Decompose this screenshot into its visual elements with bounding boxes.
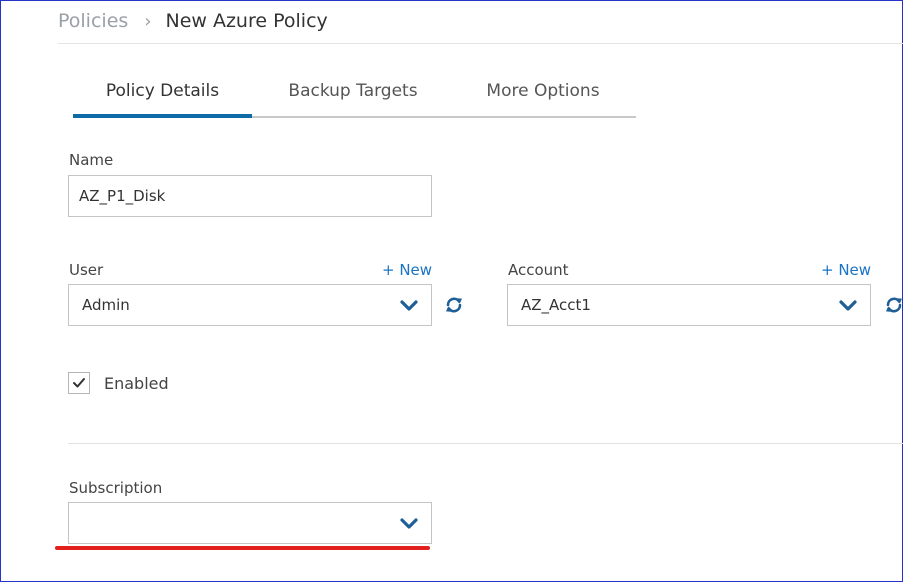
chevron-down-icon <box>400 300 418 311</box>
name-label: Name <box>69 151 114 169</box>
section-divider <box>68 443 903 444</box>
account-select[interactable]: AZ_Acct1 <box>507 284 871 326</box>
name-input[interactable] <box>68 175 432 217</box>
subscription-label: Subscription <box>69 479 163 497</box>
breadcrumb-policies[interactable]: Policies <box>58 10 128 32</box>
chevron-down-icon <box>839 300 857 311</box>
user-new-link[interactable]: + New <box>382 260 432 280</box>
header-divider <box>58 43 903 44</box>
refresh-icon[interactable] <box>444 295 464 315</box>
account-select-value: AZ_Acct1 <box>521 296 591 314</box>
enabled-checkbox[interactable] <box>68 372 90 394</box>
chevron-down-icon <box>400 518 418 529</box>
breadcrumb: Policies › New Azure Policy <box>58 8 328 35</box>
red-underline-annotation <box>55 546 430 550</box>
tab-more-options[interactable]: More Options <box>463 76 623 118</box>
checkmark-icon <box>73 378 85 388</box>
tab-bar: Policy Details Backup Targets More Optio… <box>73 76 636 118</box>
user-select[interactable]: Admin <box>68 284 432 326</box>
account-new-link[interactable]: + New <box>821 260 871 280</box>
user-label: User <box>69 261 104 279</box>
page-title: New Azure Policy <box>165 10 328 32</box>
user-select-value: Admin <box>82 296 130 314</box>
enabled-label: Enabled <box>104 374 169 393</box>
breadcrumb-separator: › <box>144 11 152 32</box>
account-label: Account <box>508 261 569 279</box>
subscription-select[interactable] <box>68 502 432 544</box>
tab-backup-targets[interactable]: Backup Targets <box>268 76 438 118</box>
tab-policy-details[interactable]: Policy Details <box>73 76 252 118</box>
refresh-icon[interactable] <box>884 295 903 315</box>
